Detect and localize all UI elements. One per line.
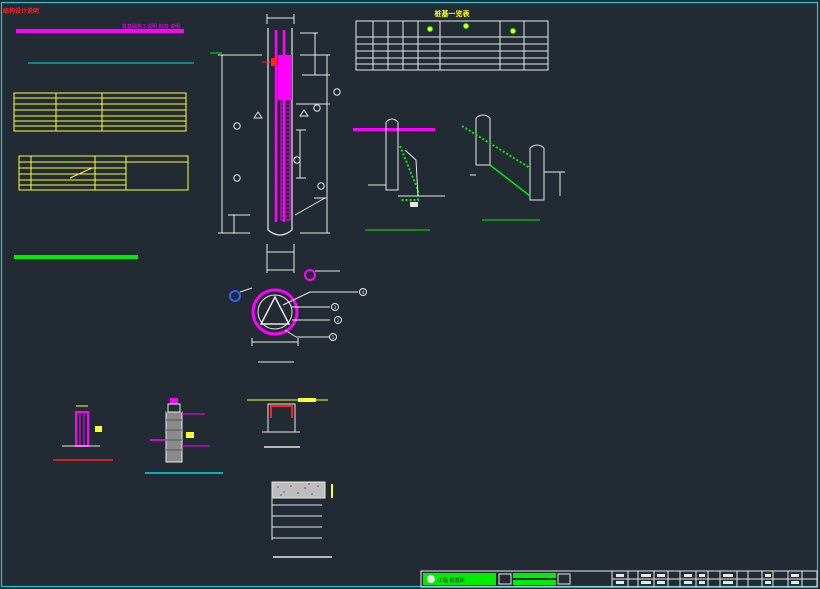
title-block: 工程 桩基础 xyxy=(420,570,818,588)
cad-drawing-canvas[interactable]: 结构设计说明 桩基础施工说明 桩基 说明 4 3 2 1 桩基一览表 工程 桩基… xyxy=(0,0,820,589)
cap-detail-b xyxy=(145,398,223,474)
pile-schedule-table: 桩基一览表 xyxy=(355,9,549,71)
svg-text:3: 3 xyxy=(334,305,337,310)
corner-label: 结构设计说明 xyxy=(3,7,39,15)
general-notes: 结构设计说明 桩基础施工说明 桩基 说明 xyxy=(3,7,194,64)
cap-detail-a xyxy=(53,405,113,461)
svg-text:2: 2 xyxy=(337,318,340,323)
green-legend-bar xyxy=(14,255,138,259)
pile-section: 4 3 2 1 xyxy=(229,269,367,363)
svg-text:4: 4 xyxy=(362,290,365,295)
yellow-table-1 xyxy=(13,92,187,132)
svg-text:1: 1 xyxy=(332,335,335,340)
pile-table-title: 桩基一览表 xyxy=(435,9,471,18)
road-section-detail xyxy=(271,481,333,558)
notes-title: 桩基础施工说明 桩基 说明 xyxy=(122,23,180,30)
cap-detail-c xyxy=(247,398,328,448)
pile-elevation xyxy=(210,14,341,273)
yellow-table-2 xyxy=(18,155,189,191)
slope-detail-1 xyxy=(353,118,445,231)
drawing-frame xyxy=(0,1,819,588)
slope-detail-2 xyxy=(461,114,565,221)
title-block-left: 工程 桩基础 xyxy=(438,577,465,584)
